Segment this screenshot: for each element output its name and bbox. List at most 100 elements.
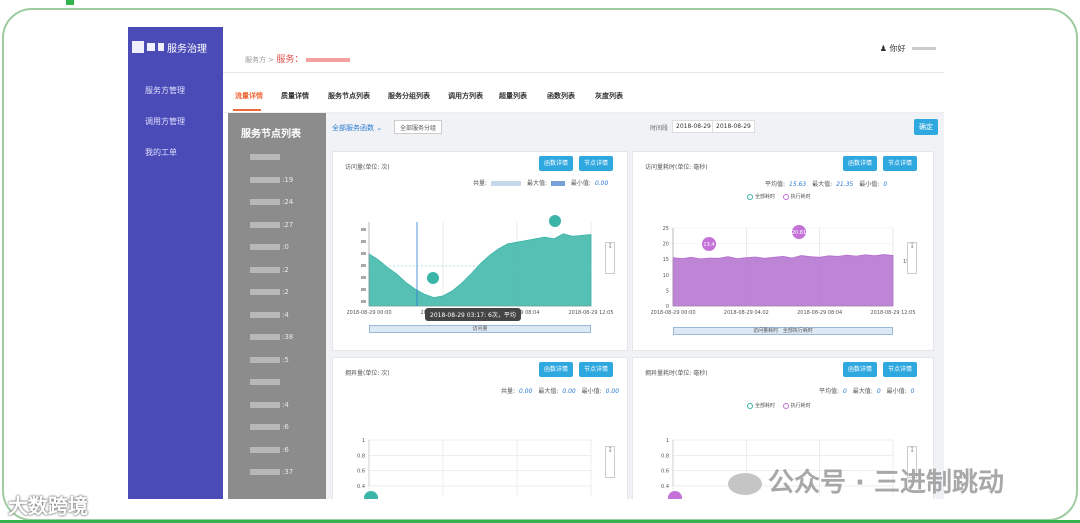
- y-tick-label: 0.6: [661, 469, 669, 475]
- series-area: [368, 233, 592, 307]
- node-ip-redacted: [250, 289, 280, 295]
- node-list-item[interactable]: :37: [250, 468, 293, 476]
- node-ip-redacted: [250, 266, 280, 273]
- y-tick-redacted: [361, 300, 366, 303]
- latency-zoom-slider[interactable]: 访问量耗时 全部执行耗时: [673, 327, 893, 335]
- y-tick-label: 0.6: [357, 469, 365, 475]
- node-list-item[interactable]: :2: [250, 266, 289, 274]
- node-ip-redacted: [250, 334, 280, 340]
- traffic-zoom-slider[interactable]: 访问量: [369, 325, 591, 333]
- breadcrumb-parent[interactable]: 服务方 >: [245, 56, 274, 64]
- breadcrumb-service: 服务：: [276, 55, 304, 65]
- sidebar-item-provider[interactable]: 服务方管理: [145, 85, 185, 96]
- tab-traffic[interactable]: 流量详情: [235, 91, 263, 101]
- node-list-item[interactable]: :24: [250, 198, 293, 206]
- chevron-down-icon: ⌄: [376, 124, 383, 132]
- node-list-item[interactable]: :4: [250, 401, 289, 409]
- breadcrumb: 服务方 > 服务：: [245, 52, 350, 65]
- sidebar-item-caller[interactable]: 调用方管理: [145, 116, 185, 127]
- node-ip-redacted: [250, 424, 280, 430]
- sidebar-item-tickets[interactable]: 我的工单: [145, 147, 177, 158]
- chart-panel-errors: 拥异量(单位: 次) 函数详情 节点详情 共量: 0.00 最大值: 0.00 最小…: [332, 357, 628, 499]
- chart-toolbox[interactable]: ↧: [907, 242, 917, 274]
- y-tick-redacted: [361, 240, 366, 243]
- node-list-item[interactable]: :5: [250, 356, 289, 364]
- node-list-item[interactable]: :2: [250, 288, 289, 296]
- node-list-item[interactable]: :6: [250, 446, 289, 454]
- node-ip-redacted: [250, 244, 280, 250]
- traffic-area-chart[interactable]: 2018-08-29 00:002018-08-29 04:022018-08-…: [333, 152, 629, 352]
- download-icon: ↧: [909, 447, 915, 454]
- chart-panel-traffic: 访问量(单位: 次) 函数详情 节点详情 共量: 最大值: 最小值: 0.00 2…: [332, 151, 628, 351]
- x-tick-label: 2018-08-29 12:05: [568, 310, 613, 316]
- node-list-title: 服务节点列表: [241, 129, 301, 140]
- node-list-item[interactable]: :19: [250, 176, 293, 184]
- screenshot-frame: 服务治理 服务方管理 调用方管理 我的工单 服务方 > 服务： ♟ 你好 流量详…: [0, 0, 1080, 523]
- filter-bar: 全部服务函数 ⌄ 全部服务分组 时间段 2018-08-29 2018-08-2…: [326, 113, 944, 141]
- y-tick-redacted: [361, 276, 366, 279]
- tab-groups[interactable]: 服务分组列表: [388, 91, 430, 101]
- node-ip-redacted: [250, 221, 280, 228]
- y-tick-label: 15: [663, 257, 669, 263]
- service-name-redacted: [305, 58, 350, 62]
- tab-bar: 流量详情 质量详情 服务节点列表 服务分组列表 调用方列表 超量列表 函数列表 …: [223, 73, 944, 113]
- y-tick-label: 0.4: [661, 484, 669, 490]
- latency-area-chart[interactable]: 05101520252018-08-29 00:00 2018-08-29 04:…: [633, 152, 935, 352]
- chart-toolbox[interactable]: ↧: [605, 242, 615, 274]
- download-icon: ↧: [909, 243, 915, 250]
- node-ip-redacted: [250, 446, 280, 453]
- tab-quality[interactable]: 质量详情: [281, 91, 309, 101]
- active-tab-indicator: [233, 109, 261, 111]
- node-ip-redacted: [250, 311, 280, 318]
- end-date-input[interactable]: 2018-08-29: [712, 120, 755, 133]
- start-date-input[interactable]: 2018-08-29: [672, 120, 715, 133]
- logo: 服务治理: [132, 35, 220, 59]
- node-list-item[interactable]: :38: [250, 333, 293, 341]
- logo-text: 服务治理: [167, 43, 207, 55]
- y-tick-label: 1: [362, 438, 365, 444]
- green-accent-bar: [66, 0, 74, 5]
- node-ip-redacted: [250, 401, 280, 408]
- x-tick-label: 2018-08-29 04:02: [724, 310, 769, 316]
- node-ip-redacted: [250, 199, 280, 205]
- pin-marker: [364, 491, 378, 499]
- y-tick-redacted: [361, 264, 366, 267]
- user-id-redacted: [912, 47, 936, 50]
- node-ip-redacted: [250, 154, 280, 160]
- node-list-item[interactable]: [250, 153, 282, 161]
- tab-gray[interactable]: 灰度列表: [595, 91, 623, 101]
- sidebar: 服务治理 服务方管理 调用方管理 我的工单: [128, 27, 223, 499]
- y-tick-redacted: [361, 252, 366, 255]
- y-tick-redacted: [361, 228, 366, 231]
- user-menu[interactable]: ♟ 你好: [880, 43, 936, 54]
- series-area: [672, 254, 894, 307]
- errors-line-chart[interactable]: 0.4 0.6 0.8 1: [333, 358, 629, 499]
- node-ip-redacted: [250, 469, 280, 475]
- node-list-item[interactable]: [250, 378, 282, 386]
- service-group-select[interactable]: 全部服务分组: [394, 120, 443, 134]
- x-tick-label: 2018-08-29 00:00: [346, 310, 391, 316]
- node-list-item[interactable]: :0: [250, 243, 289, 251]
- query-button[interactable]: 确定: [914, 119, 938, 135]
- y-tick-label: 0.4: [357, 484, 365, 490]
- y-tick-label: 0.8: [661, 453, 669, 459]
- tab-functions[interactable]: 函数列表: [547, 91, 575, 101]
- chart-toolbox[interactable]: ↧: [605, 446, 615, 478]
- tab-nodes[interactable]: 服务节点列表: [328, 91, 370, 101]
- service-function-select[interactable]: 全部服务函数 ⌄: [332, 123, 382, 133]
- wechat-icon: [728, 472, 762, 495]
- tab-overload[interactable]: 超量列表: [499, 91, 527, 101]
- min-pin-marker: [427, 272, 439, 284]
- tab-callers[interactable]: 调用方列表: [448, 91, 483, 101]
- download-icon: ↧: [607, 243, 613, 250]
- node-list-item[interactable]: :27: [250, 221, 293, 229]
- node-list-item[interactable]: :6: [250, 423, 289, 431]
- max-pin-marker: [549, 215, 561, 227]
- node-list-item[interactable]: :4: [250, 311, 289, 319]
- node-ip-redacted: [250, 379, 280, 385]
- pin-label: 13.4: [703, 242, 714, 248]
- y-tick-label: 10: [663, 273, 669, 279]
- brand-watermark: 大数跨境: [8, 494, 88, 518]
- logo-icon: [132, 41, 144, 53]
- pin-label: 20.81: [792, 230, 806, 236]
